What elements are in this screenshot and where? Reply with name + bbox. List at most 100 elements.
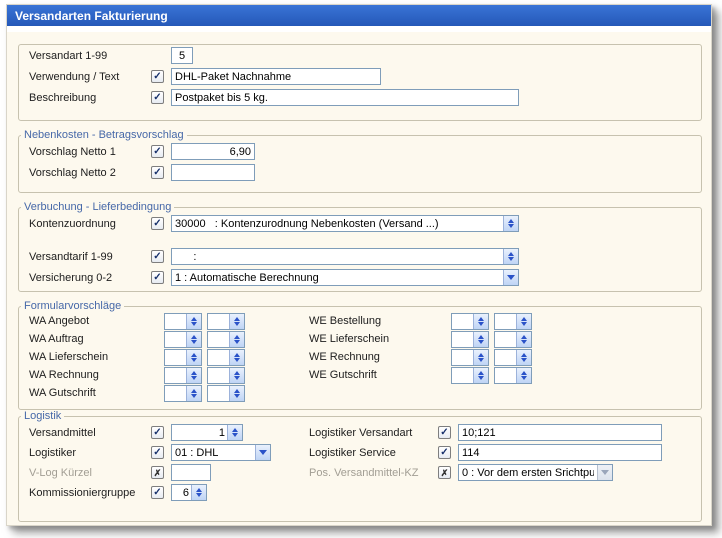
we-gutschrift-input-2[interactable]	[495, 368, 516, 383]
spin-button[interactable]	[473, 350, 488, 365]
spin-up-icon	[191, 317, 197, 321]
logistik-title: Logistik	[21, 410, 64, 422]
log-versandart-checkbox[interactable]: ✓	[438, 426, 451, 439]
spin-button[interactable]	[516, 350, 531, 365]
we-lieferschein-input-2[interactable]	[495, 332, 516, 347]
wa-angebot-input-1[interactable]	[165, 314, 186, 329]
spin-button[interactable]	[516, 332, 531, 347]
spin-button[interactable]	[229, 314, 244, 329]
spin-button[interactable]	[191, 485, 206, 500]
spin-button[interactable]	[186, 368, 201, 383]
netto1-label: Vorschlag Netto 1	[29, 146, 151, 158]
row-vlog: V-Log Kürzel ✗ Pos. Versandmittel-KZ ✗	[19, 463, 701, 482]
wa-rechnung-spinner-1	[164, 367, 202, 384]
we-bestellung-input-1[interactable]	[452, 314, 473, 329]
spin-up-icon	[521, 335, 527, 339]
we-bestellung-input-2[interactable]	[495, 314, 516, 329]
spin-down-icon	[191, 340, 197, 344]
chevron-down-icon	[259, 450, 267, 455]
wa-auftrag-spinner-1	[164, 331, 202, 348]
kommissioniergruppe-input[interactable]	[172, 485, 191, 500]
netto2-input[interactable]	[171, 164, 255, 181]
form-content: Versandart 1-99 Verwendung / Text ✓ Besc…	[7, 32, 711, 525]
netto1-checkbox[interactable]: ✓	[151, 145, 164, 158]
logistiker-input[interactable]	[172, 445, 255, 460]
versicherung-dropdown[interactable]	[171, 269, 519, 286]
wa-rechnung-spinner-2	[207, 367, 245, 384]
spin-button[interactable]	[229, 350, 244, 365]
netto2-checkbox[interactable]: ✓	[151, 166, 164, 179]
spin-button[interactable]	[473, 314, 488, 329]
wa-angebot-input-2[interactable]	[208, 314, 229, 329]
kontenzuordnung-spin-button[interactable]	[503, 216, 518, 231]
spin-down-icon	[234, 322, 240, 326]
wa-auftrag-input-1[interactable]	[165, 332, 186, 347]
logistik-left-cell: Logistiker ✓	[29, 444, 309, 461]
wa-gutschrift-input-1[interactable]	[165, 386, 186, 401]
spin-button[interactable]	[516, 314, 531, 329]
wa-gutschrift-spinner-1	[164, 385, 202, 402]
wa-gutschrift-spinner-2	[207, 385, 245, 402]
wa-lieferschein-input-1[interactable]	[165, 350, 186, 365]
versandmittel-input[interactable]	[172, 425, 227, 440]
we-rechnung-input-2[interactable]	[495, 350, 516, 365]
row-kontenzuordnung: Kontenzuordnung ✓	[19, 213, 701, 234]
wa-auftrag-input-2[interactable]	[208, 332, 229, 347]
beschreibung-checkbox[interactable]: ✓	[151, 91, 164, 104]
logistiker-dropdown-button[interactable]	[255, 445, 270, 460]
log-versandart-input[interactable]	[458, 424, 662, 441]
wa-rechnung-input-1[interactable]	[165, 368, 186, 383]
spin-up-icon	[508, 219, 514, 223]
versicherung-dropdown-button[interactable]	[503, 270, 518, 285]
chevron-down-icon	[507, 275, 515, 280]
we-rechnung-input-1[interactable]	[452, 350, 473, 365]
versandart-input[interactable]	[171, 47, 193, 64]
spin-button[interactable]	[229, 368, 244, 383]
versandtarif-spin-button[interactable]	[503, 249, 518, 264]
kontenzuordnung-checkbox[interactable]: ✓	[151, 217, 164, 230]
versicherung-checkbox[interactable]: ✓	[151, 271, 164, 284]
row-wa-angebot: WA Angebot WE Bestellung	[19, 312, 701, 330]
pos-vkz-dropdown-button[interactable]	[597, 465, 612, 480]
verwendung-checkbox[interactable]: ✓	[151, 70, 164, 83]
spin-button[interactable]	[227, 425, 242, 440]
spin-button[interactable]	[186, 332, 201, 347]
spin-button[interactable]	[473, 368, 488, 383]
versicherung-input[interactable]	[172, 270, 503, 285]
vlog-input[interactable]	[171, 464, 211, 481]
we-rechnung-label: WE Rechnung	[309, 351, 431, 363]
we-rechnung-spinner-2	[494, 349, 532, 366]
wa-rechnung-input-2[interactable]	[208, 368, 229, 383]
spin-button[interactable]	[186, 386, 201, 401]
spin-button[interactable]	[186, 314, 201, 329]
verwendung-input[interactable]	[171, 68, 381, 85]
vlog-checkbox[interactable]: ✗	[151, 466, 164, 479]
log-service-input[interactable]	[458, 444, 662, 461]
spin-button[interactable]	[473, 332, 488, 347]
logistiker-dropdown[interactable]	[171, 444, 271, 461]
spin-up-icon	[191, 353, 197, 357]
versandmittel-checkbox[interactable]: ✓	[151, 426, 164, 439]
pos-vkz-input[interactable]	[459, 465, 597, 480]
spin-button[interactable]	[229, 332, 244, 347]
wa-gutschrift-input-2[interactable]	[208, 386, 229, 401]
log-service-checkbox[interactable]: ✓	[438, 446, 451, 459]
kommissioniergruppe-checkbox[interactable]: ✓	[151, 486, 164, 499]
spin-button[interactable]	[186, 350, 201, 365]
spin-down-icon	[191, 394, 197, 398]
pos-vkz-checkbox[interactable]: ✗	[438, 466, 451, 479]
kontenzuordnung-input[interactable]	[172, 216, 503, 231]
netto1-input[interactable]	[171, 143, 255, 160]
we-gutschrift-input-1[interactable]	[452, 368, 473, 383]
logistiker-checkbox[interactable]: ✓	[151, 446, 164, 459]
we-lieferschein-input-1[interactable]	[452, 332, 473, 347]
spin-button[interactable]	[229, 386, 244, 401]
spin-down-icon	[508, 257, 514, 261]
beschreibung-input[interactable]	[171, 89, 519, 106]
versandtarif-input[interactable]	[172, 249, 503, 264]
wa-lieferschein-input-2[interactable]	[208, 350, 229, 365]
pos-vkz-dropdown[interactable]	[458, 464, 613, 481]
pos-vkz-label: Pos. Versandmittel-KZ	[309, 467, 438, 479]
versandtarif-checkbox[interactable]: ✓	[151, 250, 164, 263]
spin-button[interactable]	[516, 368, 531, 383]
